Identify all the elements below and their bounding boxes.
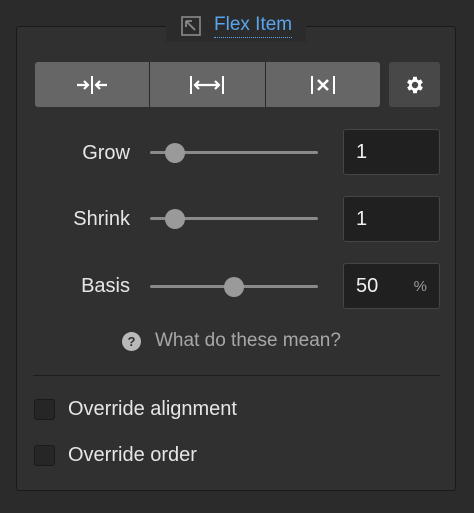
basis-slider[interactable] — [150, 277, 318, 297]
arrows-inward-icon — [77, 75, 108, 94]
x-between-bars-icon — [310, 75, 335, 94]
shrink-label: Shrink — [73, 208, 130, 230]
override-order-checkbox[interactable] — [34, 445, 55, 466]
help-text: What do these mean? — [155, 330, 341, 351]
basis-unit[interactable]: % — [414, 278, 427, 295]
grow-input[interactable]: 1 — [343, 129, 440, 175]
basis-value: 50 — [356, 274, 379, 297]
grow-value: 1 — [356, 140, 368, 163]
flex-sizing-button-group — [35, 62, 380, 107]
shrink-value: 1 — [356, 207, 368, 230]
grow-slider[interactable] — [150, 143, 318, 163]
none-button[interactable] — [265, 62, 380, 107]
basis-slider-knob[interactable] — [224, 277, 244, 297]
expand-arrow-icon — [181, 16, 201, 36]
divider — [33, 375, 440, 376]
shrink-slider[interactable] — [150, 209, 318, 229]
grow-button[interactable] — [150, 62, 266, 107]
settings-button[interactable] — [389, 62, 440, 107]
override-alignment-checkbox[interactable] — [34, 399, 55, 420]
panel-legend: Flex Item — [166, 10, 307, 42]
arrows-outward-icon — [190, 75, 225, 94]
grow-label: Grow — [82, 142, 130, 164]
override-alignment-row[interactable]: Override alignment — [34, 398, 237, 421]
override-order-row[interactable]: Override order — [34, 444, 197, 467]
basis-label: Basis — [81, 275, 130, 297]
shrink-button[interactable] — [35, 62, 151, 107]
shrink-input[interactable]: 1 — [343, 196, 440, 242]
question-icon: ? — [122, 331, 141, 351]
override-order-label: Override order — [68, 444, 197, 466]
help-link[interactable]: ? What do these mean? — [122, 330, 341, 352]
panel-title[interactable]: Flex Item — [214, 14, 293, 38]
basis-input[interactable]: 50 % — [343, 263, 440, 309]
gear-icon — [406, 76, 423, 93]
override-alignment-label: Override alignment — [68, 398, 237, 420]
